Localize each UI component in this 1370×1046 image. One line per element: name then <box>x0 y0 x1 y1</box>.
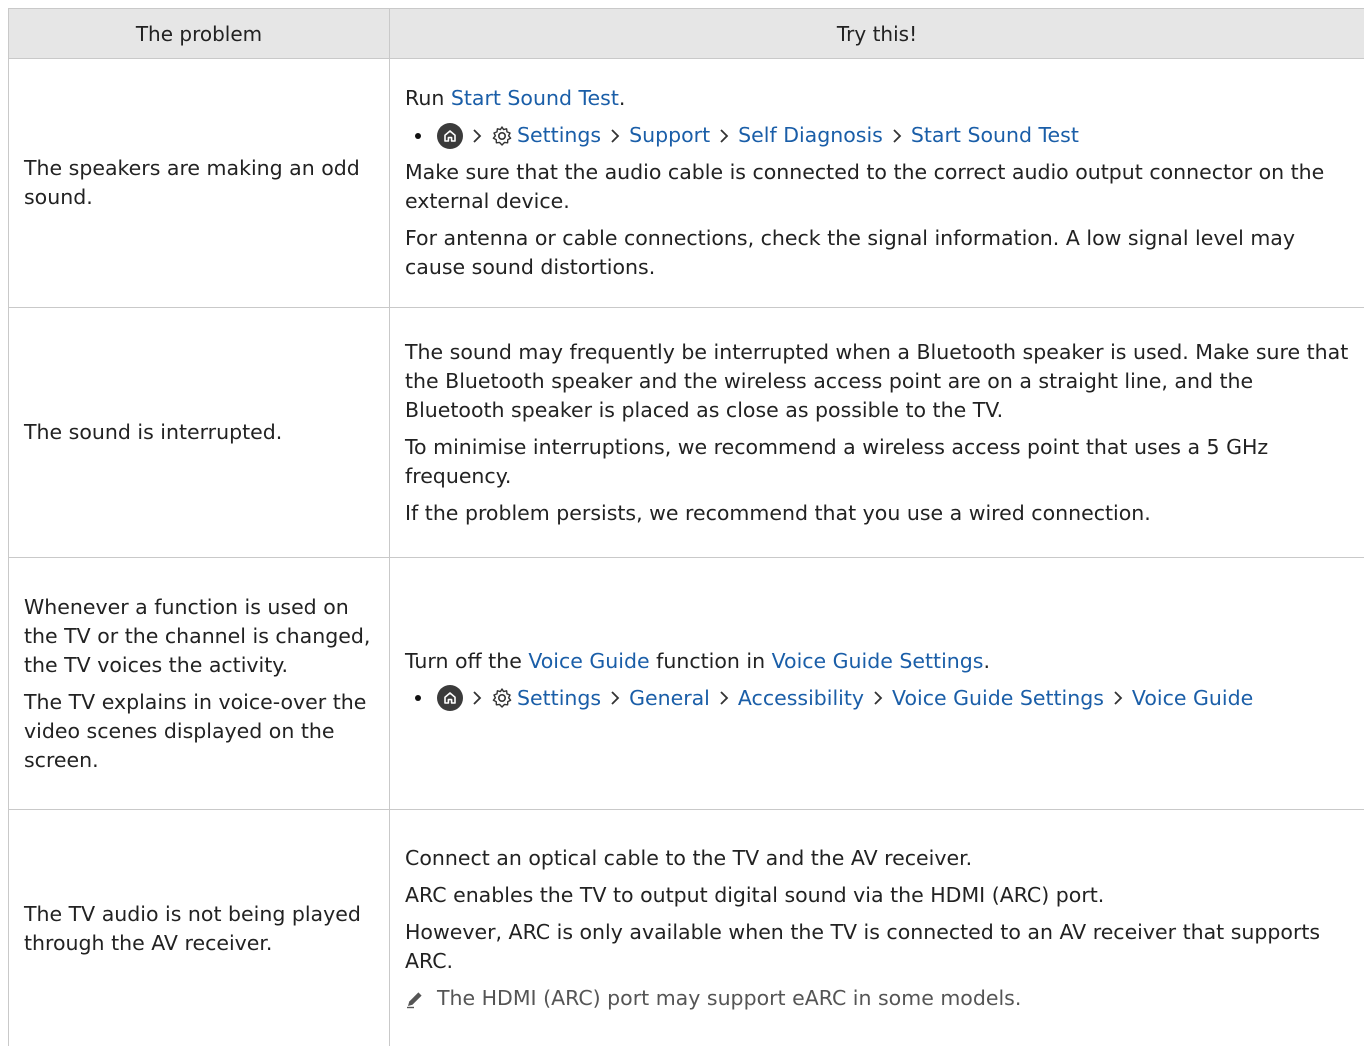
path-settings[interactable]: Settings <box>517 121 601 150</box>
chevron-right-icon <box>719 690 729 706</box>
problem-cell: The sound is interrupted. <box>8 307 390 558</box>
chevron-right-icon <box>1113 690 1123 706</box>
path-general[interactable]: General <box>629 684 710 713</box>
intro-mid: function in <box>649 648 772 673</box>
gear-icon <box>491 125 513 147</box>
bullet-icon <box>415 132 421 139</box>
voice-guide-instruction: Turn off the Voice Guide function in Voi… <box>405 647 1350 676</box>
problem-cell: The TV audio is not being played through… <box>8 809 390 1046</box>
voice-guide-settings-link[interactable]: Voice Guide Settings <box>772 649 984 673</box>
intro-suffix: . <box>983 648 990 673</box>
solution-text: Make sure that the audio cable is connec… <box>405 160 1325 213</box>
menu-path: Settings Support Self Diagnosis Start So… <box>405 121 1350 150</box>
home-icon[interactable] <box>437 685 463 711</box>
solution-text: However, ARC is only available when the … <box>405 920 1321 973</box>
troubleshooting-table: The problem Try this! The speakers are m… <box>8 8 1364 1046</box>
troubleshooting-table-container: The problem Try this! The speakers are m… <box>8 8 1364 1046</box>
chevron-right-icon <box>610 690 620 706</box>
problem-text: The sound is interrupted. <box>24 420 283 444</box>
path-settings[interactable]: Settings <box>517 684 601 713</box>
table-header-row: The problem Try this! <box>8 8 1364 59</box>
path-start-sound-test[interactable]: Start Sound Test <box>911 121 1079 150</box>
table-row: The TV audio is not being played through… <box>8 809 1364 1046</box>
intro-prefix: Turn off the <box>405 648 529 673</box>
table-row: The speakers are making an odd sound. Ru… <box>8 58 1364 308</box>
table-row: Whenever a function is used on the TV or… <box>8 557 1364 810</box>
solution-cell: Connect an optical cable to the TV and t… <box>389 809 1364 1046</box>
path-support[interactable]: Support <box>629 121 710 150</box>
header-try-this: Try this! <box>389 8 1364 59</box>
solution-text: ARC enables the TV to output digital sou… <box>405 883 1105 907</box>
chevron-right-icon <box>719 128 729 144</box>
gear-icon <box>491 687 513 709</box>
chevron-right-icon <box>472 690 482 706</box>
path-accessibility[interactable]: Accessibility <box>738 684 864 713</box>
chevron-right-icon <box>873 690 883 706</box>
problem-text: The TV audio is not being played through… <box>24 901 361 955</box>
solution-text: If the problem persists, we recommend th… <box>405 500 1151 525</box>
path-voice-guide-settings[interactable]: Voice Guide Settings <box>892 684 1104 713</box>
start-sound-test-link[interactable]: Start Sound Test <box>451 86 619 110</box>
path-voice-guide[interactable]: Voice Guide <box>1132 684 1253 713</box>
problem-text: Whenever a function is used on the TV or… <box>24 594 371 677</box>
problem-cell: Whenever a function is used on the TV or… <box>8 557 390 810</box>
solution-cell: Turn off the Voice Guide function in Voi… <box>389 557 1364 810</box>
header-problem: The problem <box>8 8 390 59</box>
solution-cell: The sound may frequently be interrupted … <box>389 307 1364 558</box>
problem-cell: The speakers are making an odd sound. <box>8 58 390 308</box>
chevron-right-icon <box>892 128 902 144</box>
note: The HDMI (ARC) port may support eARC in … <box>405 984 1350 1013</box>
run-suffix: . <box>618 86 626 110</box>
run-prefix: Run <box>405 86 451 110</box>
pencil-icon <box>405 989 425 1009</box>
solution-text: For antenna or cable connections, check … <box>405 226 1295 279</box>
solution-text: Connect an optical cable to the TV and t… <box>405 846 973 870</box>
table-row: The sound is interrupted. The sound may … <box>8 307 1364 558</box>
chevron-right-icon <box>610 128 620 144</box>
run-instruction: Run Start Sound Test. <box>405 84 1350 113</box>
path-self-diagnosis[interactable]: Self Diagnosis <box>738 121 883 150</box>
solution-cell: Run Start Sound Test. Settings Support S… <box>389 58 1364 308</box>
problem-text: The TV explains in voice-over the video … <box>24 689 367 772</box>
note-text: The HDMI (ARC) port may support eARC in … <box>437 986 1022 1010</box>
problem-text: The speakers are making an odd sound. <box>24 156 360 209</box>
bullet-icon <box>415 695 421 701</box>
voice-guide-link[interactable]: Voice Guide <box>528 649 649 673</box>
chevron-right-icon <box>472 128 482 144</box>
solution-text: The sound may frequently be interrupted … <box>405 339 1349 422</box>
menu-path: Settings General Accessibility Voice Gui… <box>405 684 1350 713</box>
solution-text: To minimise interruptions, we recommend … <box>405 434 1269 488</box>
home-icon[interactable] <box>437 122 463 149</box>
